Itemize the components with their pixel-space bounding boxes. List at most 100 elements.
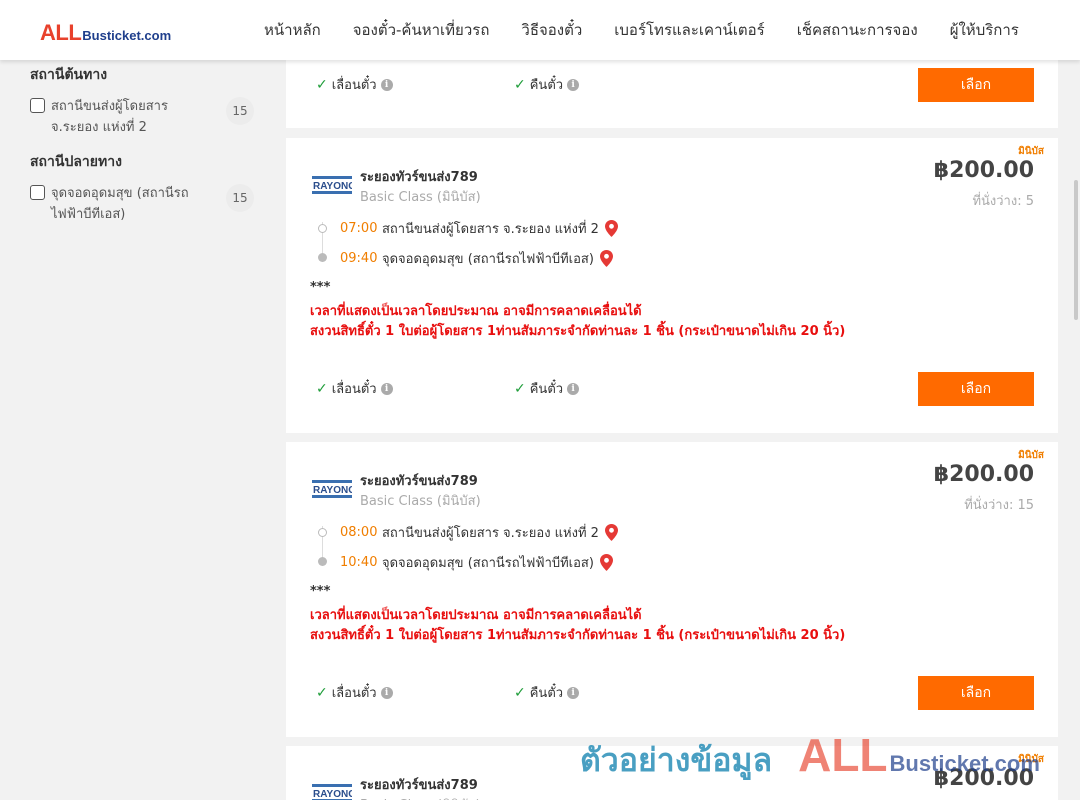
- svg-text:RAYONG: RAYONG: [313, 181, 352, 192]
- postpone-feature: ✓ เลื่อนตั๋ว i: [316, 74, 393, 95]
- departure-dot-icon: [318, 528, 327, 537]
- ticket-price: ฿200.00: [933, 462, 1034, 487]
- operator-name: ระยองทัวร์ขนส่ง789: [360, 778, 478, 793]
- info-icon[interactable]: i: [567, 686, 580, 699]
- trip-card-previous: ✓ เลื่อนตั๋ว i ✓ คืนตั๋ว i เลือก: [286, 60, 1058, 128]
- check-icon: ✓: [316, 684, 328, 701]
- filter-destination-count: 15: [226, 184, 254, 212]
- ticket-price: ฿200.00: [933, 158, 1034, 183]
- bus-type-badge: มินิบัส: [1018, 450, 1044, 461]
- bus-type-badge: มินิบัส: [1018, 146, 1044, 157]
- refund-feature: ✓ คืนตั๋ว i: [514, 378, 580, 399]
- check-icon: ✓: [316, 380, 328, 397]
- arrival-station: จุดจอดอุดมสุข (สถานีรถไฟฟ้าบีทีเอส): [382, 252, 594, 267]
- departure-time: 08:00: [340, 525, 378, 540]
- map-pin-icon[interactable]: [599, 250, 613, 267]
- filter-origin-label[interactable]: สถานีขนส่งผู้โดยสาร จ.ระยอง แห่งที่ 2: [51, 96, 191, 138]
- arrival-time: 10:40: [340, 555, 378, 570]
- remark-stars: ***: [310, 280, 331, 295]
- main-nav: หน้าหลัก จองตั๋ว-ค้นหาเที่ยวรถ วิธีจองตั…: [248, 0, 1035, 60]
- nav-booking-status[interactable]: เช็คสถานะการจอง: [781, 18, 934, 42]
- trip-card-1: มินิบัส RAYONG ระยองทัวร์ขนส่ง789 Basic …: [286, 138, 1058, 433]
- filter-origin-title: สถานีต้นทาง: [30, 67, 108, 83]
- refund-label: คืนตั๋ว: [529, 382, 564, 397]
- bus-class: Basic Class (มินิบัส): [360, 190, 481, 205]
- select-button[interactable]: เลือก: [918, 68, 1034, 102]
- info-icon[interactable]: i: [567, 78, 580, 91]
- bus-class: Basic Class (มินิบัส): [360, 494, 481, 509]
- nav-home[interactable]: หน้าหลัก: [248, 18, 337, 42]
- departure-station: สถานีขนส่งผู้โดยสาร จ.ระยอง แห่งที่ 2: [382, 222, 599, 237]
- info-icon[interactable]: i: [380, 382, 393, 395]
- postpone-label: เลื่อนตั๋ว: [331, 78, 377, 93]
- nav-book-search[interactable]: จองตั๋ว-ค้นหาเที่ยวรถ: [337, 18, 506, 42]
- watermark-rest-text: Busticket.com: [889, 751, 1040, 776]
- bus-class: Basic Class (มินิบัส): [360, 794, 481, 800]
- time-note: เวลาที่แสดงเป็นเวลาโดยประมาณ อาจมีการคลา…: [310, 304, 642, 319]
- time-note: เวลาที่แสดงเป็นเวลาโดยประมาณ อาจมีการคลา…: [310, 608, 642, 623]
- refund-feature: ✓ คืนตั๋ว i: [514, 682, 580, 703]
- map-pin-icon[interactable]: [599, 554, 613, 571]
- info-icon[interactable]: i: [380, 78, 393, 91]
- select-button[interactable]: เลือก: [918, 676, 1034, 710]
- filter-origin-group: สถานีต้นทาง สถานีขนส่งผู้โดยสาร จ.ระยอง …: [30, 64, 260, 138]
- operator-logo-icon: RAYONG: [312, 480, 352, 498]
- filter-destination-option[interactable]: จุดจอดอุดมสุข (สถานีรถไฟฟ้าบีทีเอส) 15: [30, 183, 260, 225]
- nav-phone-counter[interactable]: เบอร์โทรและเคาน์เตอร์: [598, 18, 780, 42]
- filter-destination-group: สถานีปลายทาง จุดจอดอุดมสุข (สถานีรถไฟฟ้า…: [30, 151, 260, 225]
- check-icon: ✓: [316, 76, 328, 93]
- departure-time: 07:00: [340, 221, 378, 236]
- arrival-stop: 10:40 จุดจอดอุดมสุข (สถานีรถไฟฟ้าบีทีเอส…: [340, 552, 613, 573]
- check-icon: ✓: [514, 380, 526, 397]
- departure-dot-icon: [318, 224, 327, 233]
- remark-stars: ***: [310, 584, 331, 599]
- departure-station: สถานีขนส่งผู้โดยสาร จ.ระยอง แห่งที่ 2: [382, 526, 599, 541]
- watermark-sample-text: ตัวอย่างข้อมูล: [580, 741, 773, 779]
- operator-name: ระยองทัวร์ขนส่ง789: [360, 170, 478, 185]
- svg-text:RAYONG: RAYONG: [313, 485, 352, 496]
- operator-logo-icon: RAYONG: [312, 176, 352, 194]
- operator-name: ระยองทัวร์ขนส่ง789: [360, 474, 478, 489]
- check-icon: ✓: [514, 76, 526, 93]
- info-icon[interactable]: i: [567, 382, 580, 395]
- sample-watermark: ตัวอย่างข้อมูล ALL Busticket.com: [580, 728, 1040, 786]
- seats-available: ที่นั่งว่าง: 5: [972, 194, 1034, 209]
- select-button[interactable]: เลือก: [918, 372, 1034, 406]
- arrival-stop: 09:40 จุดจอดอุดมสุข (สถานีรถไฟฟ้าบีทีเอส…: [340, 248, 613, 269]
- refund-label: คืนตั๋ว: [529, 686, 564, 701]
- filter-destination-checkbox[interactable]: [30, 185, 45, 200]
- top-header: ALL Busticket.com หน้าหลัก จองตั๋ว-ค้นหา…: [0, 0, 1080, 60]
- filter-origin-checkbox[interactable]: [30, 98, 45, 113]
- refund-label: คืนตั๋ว: [529, 78, 564, 93]
- nav-how-to-book[interactable]: วิธีจองตั๋ว: [505, 18, 598, 42]
- departure-stop: 07:00 สถานีขนส่งผู้โดยสาร จ.ระยอง แห่งที…: [340, 218, 618, 239]
- operator-logo-icon: RAYONG: [312, 784, 352, 800]
- arrival-station: จุดจอดอุดมสุข (สถานีรถไฟฟ้าบีทีเอส): [382, 556, 594, 571]
- trip-card-2: มินิบัส RAYONG ระยองทัวร์ขนส่ง789 Basic …: [286, 442, 1058, 737]
- seats-available: ที่นั่งว่าง: 15: [964, 498, 1034, 513]
- info-icon[interactable]: i: [380, 686, 393, 699]
- filter-origin-count: 15: [226, 97, 254, 125]
- page-scrollbar[interactable]: [1072, 60, 1080, 800]
- scrollbar-thumb[interactable]: [1074, 180, 1078, 320]
- filter-destination-label[interactable]: จุดจอดอุดมสุข (สถานีรถไฟฟ้าบีทีเอส): [51, 183, 191, 225]
- arrival-dot-icon: [318, 557, 327, 566]
- refund-feature: ✓ คืนตั๋ว i: [514, 74, 580, 95]
- arrival-dot-icon: [318, 253, 327, 262]
- check-icon: ✓: [514, 684, 526, 701]
- postpone-label: เลื่อนตั๋ว: [331, 382, 377, 397]
- luggage-note: สงวนสิทธิ์ตั๋ว 1 ใบต่อผู้โดยสาร 1ท่านสัม…: [310, 628, 846, 643]
- luggage-note: สงวนสิทธิ์ตั๋ว 1 ใบต่อผู้โดยสาร 1ท่านสัม…: [310, 324, 846, 339]
- filter-origin-option[interactable]: สถานีขนส่งผู้โดยสาร จ.ระยอง แห่งที่ 2 15: [30, 96, 260, 138]
- postpone-feature: ✓ เลื่อนตั๋ว i: [316, 682, 393, 703]
- nav-operators[interactable]: ผู้ให้บริการ: [934, 18, 1035, 42]
- watermark-all-text: ALL: [798, 729, 888, 781]
- svg-text:RAYONG: RAYONG: [313, 789, 352, 800]
- filter-destination-title: สถานีปลายทาง: [30, 154, 122, 170]
- departure-stop: 08:00 สถานีขนส่งผู้โดยสาร จ.ระยอง แห่งที…: [340, 522, 618, 543]
- site-logo[interactable]: ALL Busticket.com: [40, 20, 171, 46]
- map-pin-icon[interactable]: [604, 524, 618, 541]
- logo-all-text: ALL: [40, 20, 82, 45]
- arrival-time: 09:40: [340, 251, 378, 266]
- map-pin-icon[interactable]: [604, 220, 618, 237]
